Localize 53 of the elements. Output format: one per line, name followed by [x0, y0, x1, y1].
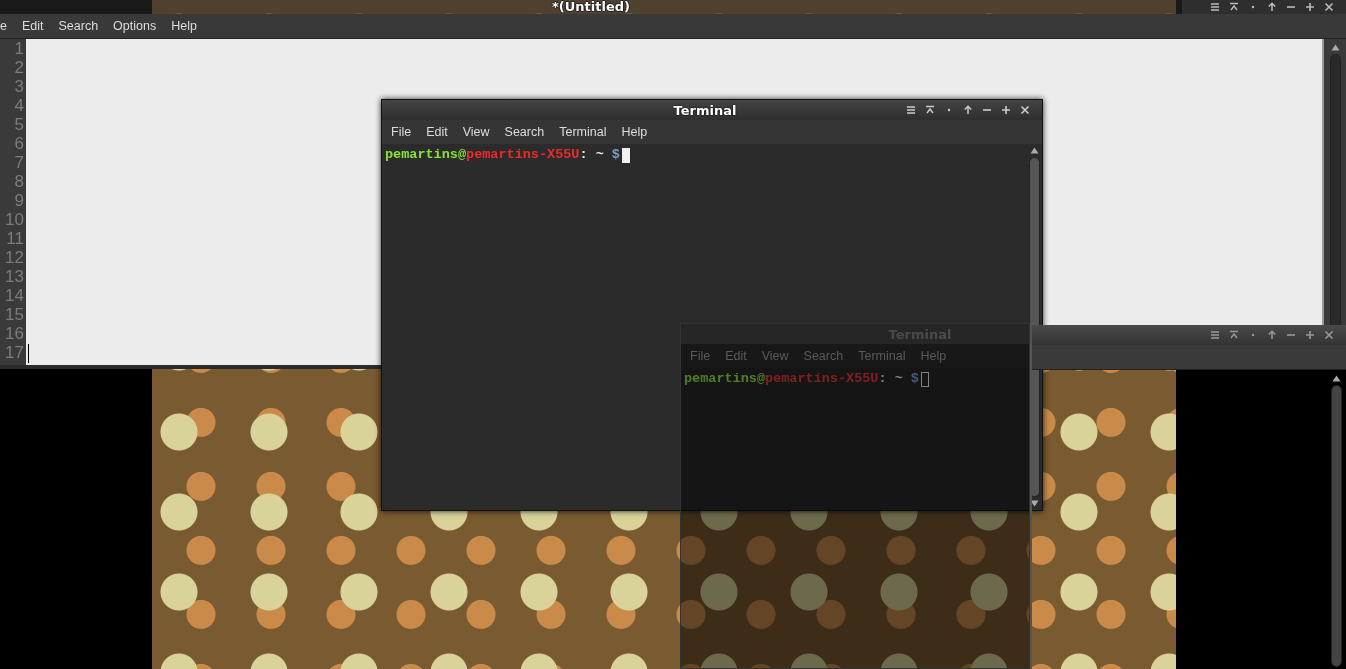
line-number: 6: [14, 134, 24, 153]
menu-item[interactable]: Edit: [21, 19, 44, 33]
prompt-line: pemartins@pemartins-X55U: ~ $: [684, 370, 919, 388]
shade-icon[interactable]: [1229, 330, 1239, 340]
line-number: 5: [14, 115, 24, 134]
arrow-up-icon[interactable]: [1267, 2, 1277, 12]
text-cursor: [28, 344, 29, 363]
menu-icon[interactable]: [1210, 330, 1220, 340]
prompt-line: pemartins@pemartins-X55U: ~ $: [385, 146, 620, 164]
line-number: 2: [14, 58, 24, 77]
menu-icon[interactable]: [1210, 2, 1220, 12]
window-title: Terminal: [672, 102, 738, 118]
scroll-up-icon[interactable]: [1331, 375, 1341, 382]
menu-item[interactable]: e: [0, 19, 7, 33]
menu-item[interactable]: Help: [621, 125, 648, 139]
scroll-down-icon[interactable]: [1029, 500, 1039, 507]
line-number: 11: [6, 229, 24, 248]
scrollbar-thumb[interactable]: [1330, 385, 1342, 667]
shade-icon[interactable]: [925, 105, 935, 115]
line-number: 12: [5, 248, 24, 267]
menu-item[interactable]: Search: [504, 125, 545, 139]
scroll-up-icon[interactable]: [1029, 147, 1039, 154]
close-icon[interactable]: [1324, 2, 1334, 12]
menu-item[interactable]: View: [462, 125, 490, 139]
close-icon[interactable]: [1020, 105, 1030, 115]
menu-item[interactable]: Terminal: [559, 125, 607, 139]
menu-item[interactable]: Options: [113, 19, 157, 33]
line-number: 9: [14, 191, 24, 210]
line-number: 14: [5, 286, 24, 305]
line-number: 7: [14, 153, 24, 172]
line-number: 3: [14, 77, 24, 96]
maximize-icon[interactable]: [1305, 2, 1315, 12]
line-number: 13: [5, 267, 24, 286]
line-number: 8: [14, 172, 24, 191]
line-number: 4: [14, 96, 24, 115]
shade-icon[interactable]: [1229, 2, 1239, 12]
line-number: 17: [5, 343, 24, 362]
maximize-icon[interactable]: [1305, 330, 1315, 340]
menu-item[interactable]: Search: [58, 19, 99, 33]
arrow-up-icon[interactable]: [963, 105, 973, 115]
line-number: 15: [5, 305, 24, 324]
menu-item[interactable]: File: [391, 125, 412, 139]
close-icon[interactable]: [1324, 330, 1334, 340]
arrow-up-icon[interactable]: [1267, 330, 1277, 340]
line-number: 10: [5, 210, 24, 229]
maximize-icon[interactable]: [1001, 105, 1011, 115]
menu-icon[interactable]: [906, 105, 916, 115]
line-number: 1: [14, 39, 24, 58]
menu-item[interactable]: Help: [171, 19, 197, 33]
line-number: 16: [5, 324, 24, 343]
menu-item[interactable]: Edit: [426, 125, 448, 139]
window-title: *(Untitled): [551, 0, 631, 14]
scroll-up-icon[interactable]: [1330, 44, 1340, 51]
